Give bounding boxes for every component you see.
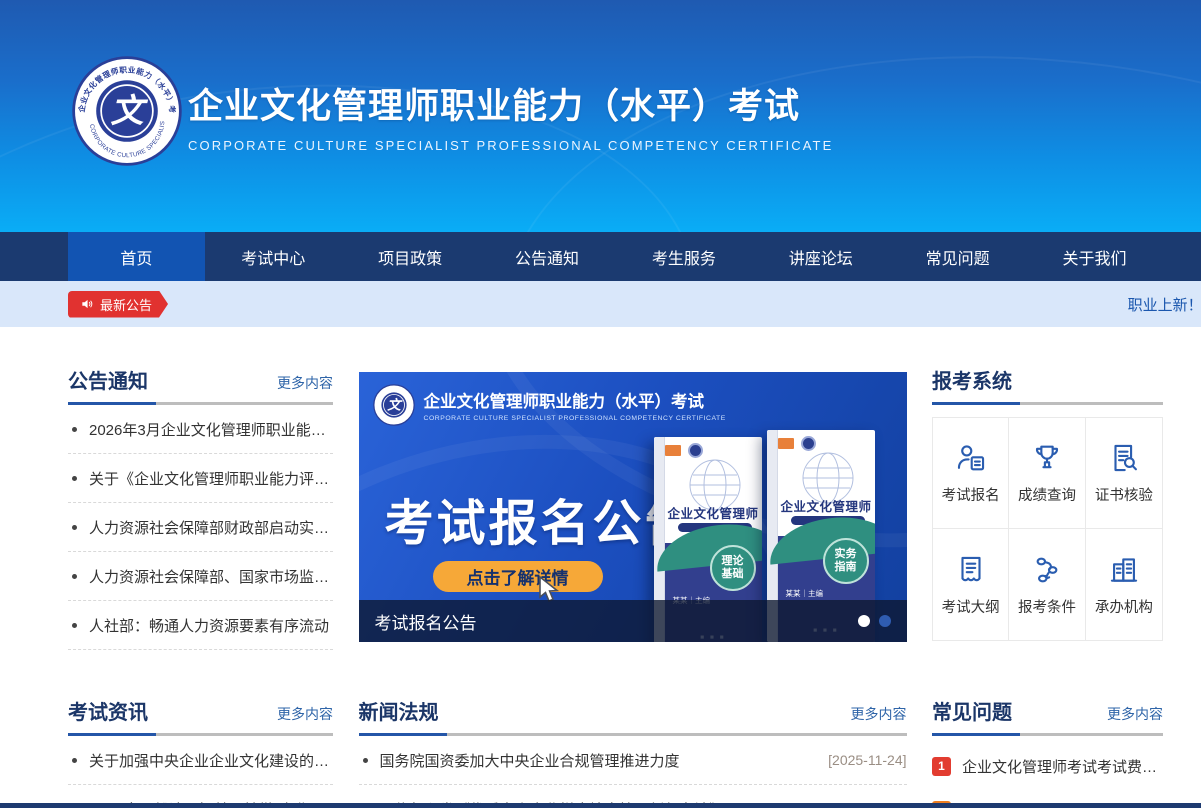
exam-news-title: 考试资讯 — [68, 696, 148, 725]
nav-item-exam-center[interactable]: 考试中心 — [205, 232, 342, 281]
announcements-title: 公告通知 — [68, 365, 148, 394]
main-nav: 首页 考试中心 项目政策 公告通知 考生服务 讲座论坛 常见问题 关于我们 — [0, 232, 1201, 281]
organization-building-icon — [1107, 553, 1141, 587]
apply-entry-apply-conditions[interactable]: 报考条件 — [1009, 529, 1085, 640]
site-logo: 企业文化管理师职业能力（水平）考试 CORPORATE CULTURE SPEC… — [72, 56, 182, 166]
trophy-icon — [1030, 441, 1064, 475]
globe-icon — [785, 444, 871, 504]
carousel-dot-1[interactable] — [858, 615, 870, 627]
mouse-cursor-icon — [537, 575, 563, 603]
notice-ticker-text[interactable]: 职业上新！4 — [1128, 294, 1201, 315]
nav-item-lectures-forum[interactable]: 讲座论坛 — [752, 232, 889, 281]
nav-item-policies[interactable]: 项目政策 — [342, 232, 479, 281]
banner-detail-button[interactable]: 点击了解详情 — [433, 561, 603, 592]
apply-entry-score-query[interactable]: 成绩查询 — [1009, 418, 1085, 529]
faq-more-link[interactable]: 更多内容 — [1107, 704, 1163, 724]
faq-title: 常见问题 — [932, 696, 1012, 725]
bullet-icon — [72, 758, 77, 763]
banner-logo: 文 — [373, 384, 415, 426]
exam-news-more-link[interactable]: 更多内容 — [277, 704, 333, 724]
faq-rank-badge: 1 — [932, 757, 951, 776]
announcements-panel: 公告通知 更多内容 2026年3月企业文化管理师职业能力（... 关于《企业文化… — [68, 365, 333, 650]
list-item[interactable]: 国务院国资委加大中央企业合规管理推进力度 [2025-11-24] — [359, 736, 907, 785]
svg-text:文: 文 — [111, 91, 149, 130]
apply-system-title: 报考系统 — [932, 365, 1012, 394]
book-badge-practice: 实务指南 — [823, 538, 869, 584]
globe-icon — [672, 451, 758, 511]
exam-news-panel: 考试资讯 更多内容 关于加强中央企业企业文化建设的指导... 以“正直、豁达、智… — [68, 696, 333, 808]
site-subtitle: CORPORATE CULTURE SPECIALIST PROFESSIONA… — [188, 138, 833, 153]
nav-item-announcements[interactable]: 公告通知 — [479, 232, 616, 281]
apply-system-panel: 报考系统 考试报名 成绩查询 — [932, 365, 1163, 650]
apply-entry-host-organization[interactable]: 承办机构 — [1086, 529, 1162, 640]
latest-notice-label: 最新公告 — [100, 295, 152, 314]
nav-item-faq[interactable]: 常见问题 — [889, 232, 1026, 281]
announcements-more-link[interactable]: 更多内容 — [277, 373, 333, 393]
list-item[interactable]: 人力资源社会保障部财政部启动实施“... — [68, 503, 333, 552]
nav-item-home[interactable]: 首页 — [68, 232, 205, 281]
faq-item[interactable]: 1 企业文化管理师考试考试费多少，... — [932, 744, 1163, 788]
carousel-dot-2[interactable] — [879, 615, 891, 627]
bullet-icon — [72, 476, 77, 481]
apply-entry-exam-syllabus[interactable]: 考试大纲 — [933, 529, 1009, 640]
list-item[interactable]: 人力资源社会保障部、国家市场监督管... — [68, 552, 333, 601]
bullet-icon — [72, 623, 77, 628]
book-badge-theory: 理论基础 — [710, 545, 756, 591]
apply-entry-certificate-verify[interactable]: 证书核验 — [1086, 418, 1162, 529]
laws-news-more-link[interactable]: 更多内容 — [851, 704, 907, 724]
speaker-icon — [80, 297, 94, 311]
list-item[interactable]: 关于《企业文化管理师职业能力评价规... — [68, 454, 333, 503]
banner-caption: 考试报名公告 — [375, 609, 477, 634]
laws-news-title: 新闻法规 — [359, 696, 439, 725]
banner-carousel: 文 企业文化管理师职业能力（水平）考试 CORPORATE CULTURE SP… — [359, 365, 907, 650]
banner-logo-subtitle: CORPORATE CULTURE SPECIALIST PROFESSIONA… — [424, 415, 726, 422]
apply-entry-exam-registration[interactable]: 考试报名 — [933, 418, 1009, 529]
bullet-icon — [363, 758, 368, 763]
nav-item-candidate-services[interactable]: 考生服务 — [616, 232, 753, 281]
footer-top-strip — [0, 803, 1201, 808]
bullet-icon — [72, 574, 77, 579]
syllabus-icon — [954, 553, 988, 587]
nav-item-about-us[interactable]: 关于我们 — [1026, 232, 1163, 281]
panel-rule — [932, 733, 1163, 736]
book-title: 企业文化管理师 — [665, 503, 762, 522]
news-date: [2025-11-24] — [818, 752, 906, 768]
main-content: 公告通知 更多内容 2026年3月企业文化管理师职业能力（... 关于《企业文化… — [68, 327, 1163, 808]
user-register-icon — [954, 441, 988, 475]
panel-rule — [932, 402, 1163, 405]
book-author: 某某｜主编 — [786, 588, 824, 599]
list-item[interactable]: 2026年3月企业文化管理师职业能力（... — [68, 405, 333, 454]
latest-notice-badge[interactable]: 最新公告 — [68, 291, 168, 318]
laws-news-panel: 新闻法规 更多内容 国务院国资委加大中央企业合规管理推进力度 [2025-11-… — [359, 696, 907, 808]
conditions-flow-icon — [1030, 553, 1064, 587]
list-item[interactable]: 关于加强中央企业企业文化建设的指导... — [68, 736, 333, 785]
site-title: 企业文化管理师职业能力（水平）考试 — [188, 78, 833, 129]
book-title: 企业文化管理师 — [778, 496, 875, 515]
banner-logo-title: 企业文化管理师职业能力（水平）考试 — [424, 388, 726, 412]
bullet-icon — [72, 525, 77, 530]
banner-headline: 考试报名公告 — [385, 484, 697, 555]
notice-bar: 最新公告 职业上新！4 — [0, 281, 1201, 327]
faq-panel: 常见问题 更多内容 1 企业文化管理师考试考试费多少，... 2 企业文化管理师… — [932, 696, 1163, 808]
bullet-icon — [72, 427, 77, 432]
list-item[interactable]: 人社部：畅通人力资源要素有序流动 — [68, 601, 333, 650]
certificate-search-icon — [1107, 441, 1141, 475]
banner-slide-exam-registration[interactable]: 文 企业文化管理师职业能力（水平）考试 CORPORATE CULTURE SP… — [359, 372, 907, 642]
site-header: 企业文化管理师职业能力（水平）考试 CORPORATE CULTURE SPEC… — [0, 0, 1201, 232]
